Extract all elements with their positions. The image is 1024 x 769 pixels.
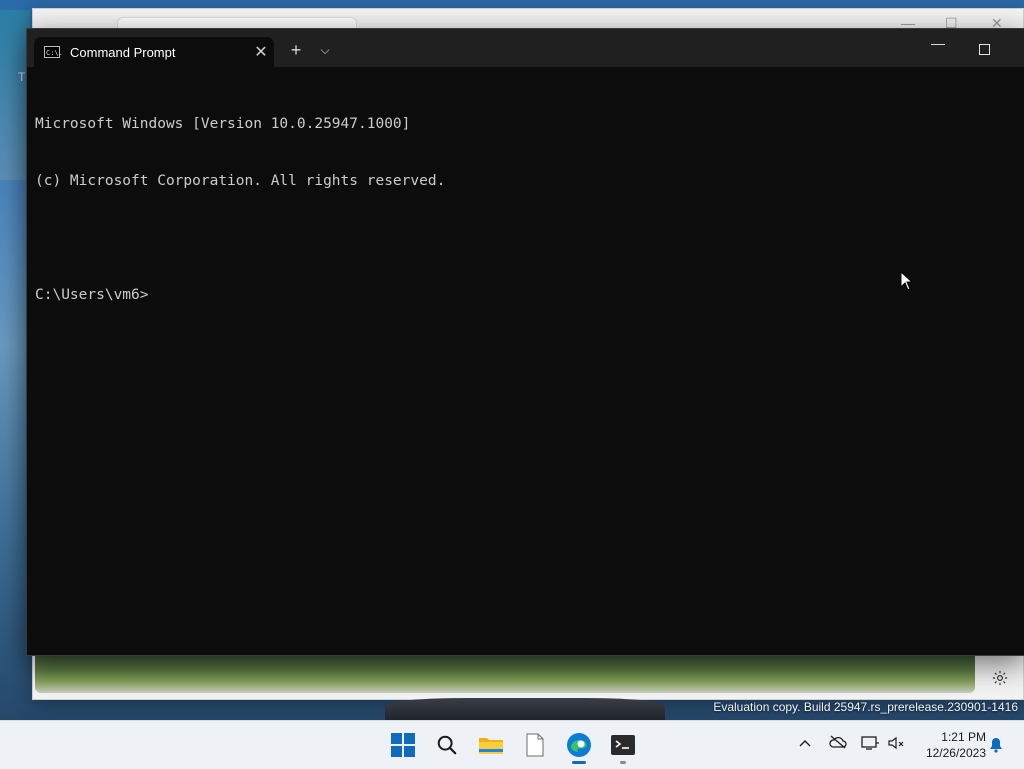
left-edge-letter: T: [18, 70, 26, 84]
edge-icon[interactable]: [565, 731, 593, 759]
system-clock[interactable]: 1:21 PM 12/26/2023: [910, 729, 986, 761]
search-icon[interactable]: [433, 731, 461, 759]
maximize-button[interactable]: [969, 37, 999, 61]
desktop-wallpaper-rock: [385, 698, 665, 722]
terminal-icon[interactable]: [609, 731, 637, 759]
network-icon[interactable]: [861, 735, 879, 754]
volume-muted-icon[interactable]: [887, 735, 905, 754]
command-prompt-line[interactable]: C:\Users\vm6>: [35, 286, 1015, 305]
notification-bell-icon[interactable]: [988, 737, 1004, 756]
terminal-running-indicator: [620, 761, 626, 764]
taskbar: 1:21 PM 12/26/2023: [0, 720, 1024, 769]
clock-date: 12/26/2023: [925, 746, 986, 760]
notepad-icon[interactable]: [521, 731, 549, 759]
edge-running-indicator: [572, 761, 586, 764]
evaluation-watermark: Evaluation copy. Build 25947.rs_prerelea…: [713, 700, 1018, 714]
chevron-down-icon[interactable]: ⌵: [315, 43, 335, 58]
tab-title: Command Prompt: [70, 44, 176, 60]
terminal-output[interactable]: Microsoft Windows [Version 10.0.25947.10…: [35, 77, 1015, 343]
new-tab-button[interactable]: +: [285, 40, 307, 61]
chevron-up-icon[interactable]: [799, 735, 811, 751]
command-prompt-window[interactable]: C:\. Command Prompt ✕ + ⌵ — Microsoft Wi…: [26, 28, 1024, 656]
settings-gear-icon[interactable]: [985, 663, 1015, 693]
terminal-line: (c) Microsoft Corporation. All rights re…: [35, 173, 446, 189]
onedrive-offline-icon[interactable]: [829, 735, 847, 752]
windows-start-icon[interactable]: [389, 731, 417, 759]
terminal-line: Microsoft Windows [Version 10.0.25947.10…: [35, 116, 411, 132]
background-image-strip: [35, 655, 975, 693]
cmd-icon: C:\.: [44, 46, 63, 58]
clock-time: 1:21 PM: [941, 730, 986, 744]
terminal-titlebar[interactable]: C:\. Command Prompt ✕ + ⌵ —: [27, 29, 1024, 67]
file-explorer-icon[interactable]: [477, 731, 505, 759]
tab-close-icon[interactable]: ✕: [248, 42, 274, 62]
minimize-button[interactable]: —: [923, 35, 953, 59]
maximize-icon: [978, 43, 990, 55]
tab-command-prompt[interactable]: C:\. Command Prompt ✕: [34, 37, 274, 67]
mouse-cursor-icon: [900, 271, 914, 291]
